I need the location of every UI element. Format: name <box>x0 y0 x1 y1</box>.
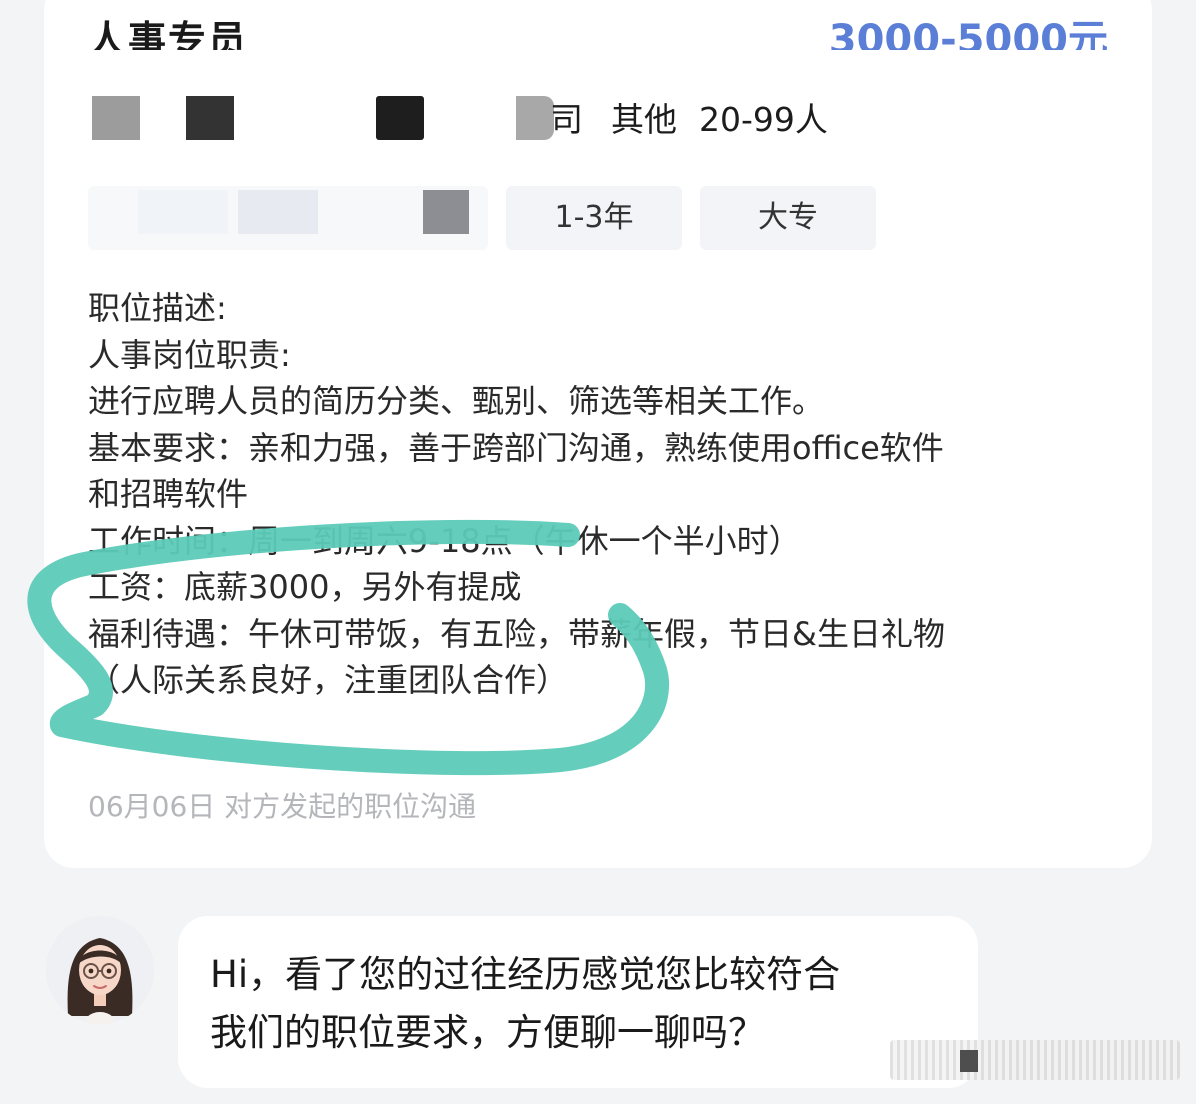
job-title: 人事专员 <box>88 18 249 50</box>
chat-message-text: Hi，看了您的过往经历感觉您比较符合 我们的职位要求，方便聊一聊吗？ <box>210 946 946 1062</box>
description-line: 工作时间：周一到周六9-18点（午休一个半小时） <box>88 521 801 560</box>
tag-location-redacted <box>88 186 488 250</box>
company-meta: 司其他 20-99人 <box>550 98 850 142</box>
tag-row: 1-3年 大专 <box>88 186 888 252</box>
company-row: 司其他 20-99人 <box>92 94 892 144</box>
description-line: 基本要求：亲和力强，善于跨部门沟通，熟练使用office软件 <box>88 428 944 467</box>
description-line: 和招聘软件 <box>88 475 249 513</box>
redaction-block <box>238 190 318 234</box>
avatar-illustration-icon <box>46 916 154 1024</box>
description-line: 工资：底薪3000，另外有提成 <box>88 568 522 606</box>
company-size: 20-99人 <box>699 100 828 139</box>
description-line: （人际关系良好，注重团队合作） <box>88 661 569 699</box>
redaction-block <box>423 190 469 234</box>
redaction-block <box>376 96 424 140</box>
chat-message-bubble[interactable]: Hi，看了您的过往经历感觉您比较符合 我们的职位要求，方便聊一聊吗？ <box>178 916 978 1088</box>
redaction-block <box>138 190 228 234</box>
watermark-mark <box>960 1050 978 1072</box>
redaction-block <box>516 96 554 140</box>
tag-experience: 1-3年 <box>506 186 682 250</box>
redaction-block <box>92 96 140 140</box>
company-name-tail: 司 <box>550 100 583 139</box>
chat-screen: 人事专员 3000-5000元 司其他 20-99人 1-3年 大专 职位描述: … <box>0 0 1196 1104</box>
chat-message-line: Hi，看了您的过往经历感觉您比较符合 <box>210 953 841 996</box>
redaction-block <box>186 96 234 140</box>
company-industry: 其他 <box>611 100 677 139</box>
conversation-origin-note: 06月06日 对方发起的职位沟通 <box>88 790 477 823</box>
description-line: 职位描述: <box>88 289 227 327</box>
description-line: 进行应聘人员的简历分类、甄别、筛选等相关工作。 <box>88 382 825 420</box>
job-description: 职位描述: 人事岗位职责: 进行应聘人员的简历分类、甄别、筛选等相关工作。 基本… <box>88 285 1118 704</box>
recruiter-avatar[interactable] <box>46 916 154 1024</box>
description-line: 人事岗位职责: <box>88 335 291 374</box>
tag-education: 大专 <box>700 186 876 250</box>
watermark <box>890 1040 1180 1080</box>
chat-message-line: 我们的职位要求，方便聊一聊吗？ <box>210 1011 765 1054</box>
description-line: 福利待遇：午休可带饭，有五险，带薪年假，节日&生日礼物 <box>88 614 945 653</box>
job-salary: 3000-5000元 <box>828 17 1108 50</box>
